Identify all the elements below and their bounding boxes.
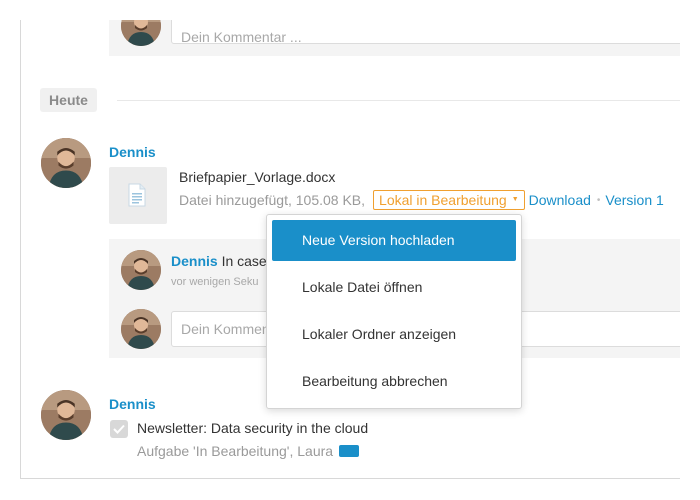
- avatar[interactable]: [121, 250, 161, 290]
- menu-item-open-local-file[interactable]: Lokale Datei öffnen: [272, 267, 516, 308]
- post-author[interactable]: Dennis: [109, 144, 156, 160]
- post-author[interactable]: Dennis: [109, 396, 156, 412]
- avatar: [121, 309, 161, 349]
- status-dropdown[interactable]: Lokal in Bearbeitung ▼: [373, 190, 525, 210]
- check-icon: [113, 424, 125, 434]
- task-meta-text: Aufgabe 'In Bearbeitung', Laura: [137, 443, 334, 459]
- file-name[interactable]: Briefpapier_Vorlage.docx: [179, 169, 335, 185]
- menu-item-show-local-folder[interactable]: Lokaler Ordner anzeigen: [272, 314, 516, 355]
- task-checkbox[interactable]: [110, 420, 128, 438]
- caret-down-icon: ▼: [511, 196, 519, 203]
- day-divider-line: [117, 100, 680, 101]
- status-label: Lokal in Bearbeitung: [379, 192, 507, 208]
- document-icon: [128, 183, 146, 207]
- separator-dot: •: [596, 194, 601, 206]
- reply-content: Dennis In case: [171, 253, 267, 269]
- task-title[interactable]: Newsletter: Data security in the cloud: [137, 420, 368, 436]
- reply-text: In case: [221, 253, 267, 269]
- comment-input[interactable]: Dein Kommentar ...: [171, 20, 680, 44]
- tag-icon[interactable]: [339, 445, 360, 457]
- file-thumbnail[interactable]: [109, 167, 167, 224]
- file-meta: Datei hinzugefügt, 105.08 KB, Lokal in B…: [179, 190, 664, 210]
- task-meta: Aufgabe 'In Bearbeitung', Laura: [137, 443, 360, 459]
- status-dropdown-menu: Neue Version hochladen Lokale Datei öffn…: [266, 214, 522, 409]
- menu-item-upload-new-version[interactable]: Neue Version hochladen: [272, 220, 516, 261]
- avatar[interactable]: [41, 390, 91, 440]
- menu-item-cancel-editing[interactable]: Bearbeitung abbrechen: [272, 361, 516, 402]
- day-divider-badge: Heute: [40, 88, 97, 112]
- reply-timestamp: vor wenigen Seku: [171, 276, 259, 288]
- reply-author[interactable]: Dennis: [171, 253, 218, 269]
- file-meta-text: Datei hinzugefügt, 105.08 KB,: [179, 192, 366, 208]
- avatar[interactable]: [41, 138, 91, 188]
- download-link[interactable]: Download: [529, 192, 591, 208]
- version-link[interactable]: Version 1: [605, 192, 663, 208]
